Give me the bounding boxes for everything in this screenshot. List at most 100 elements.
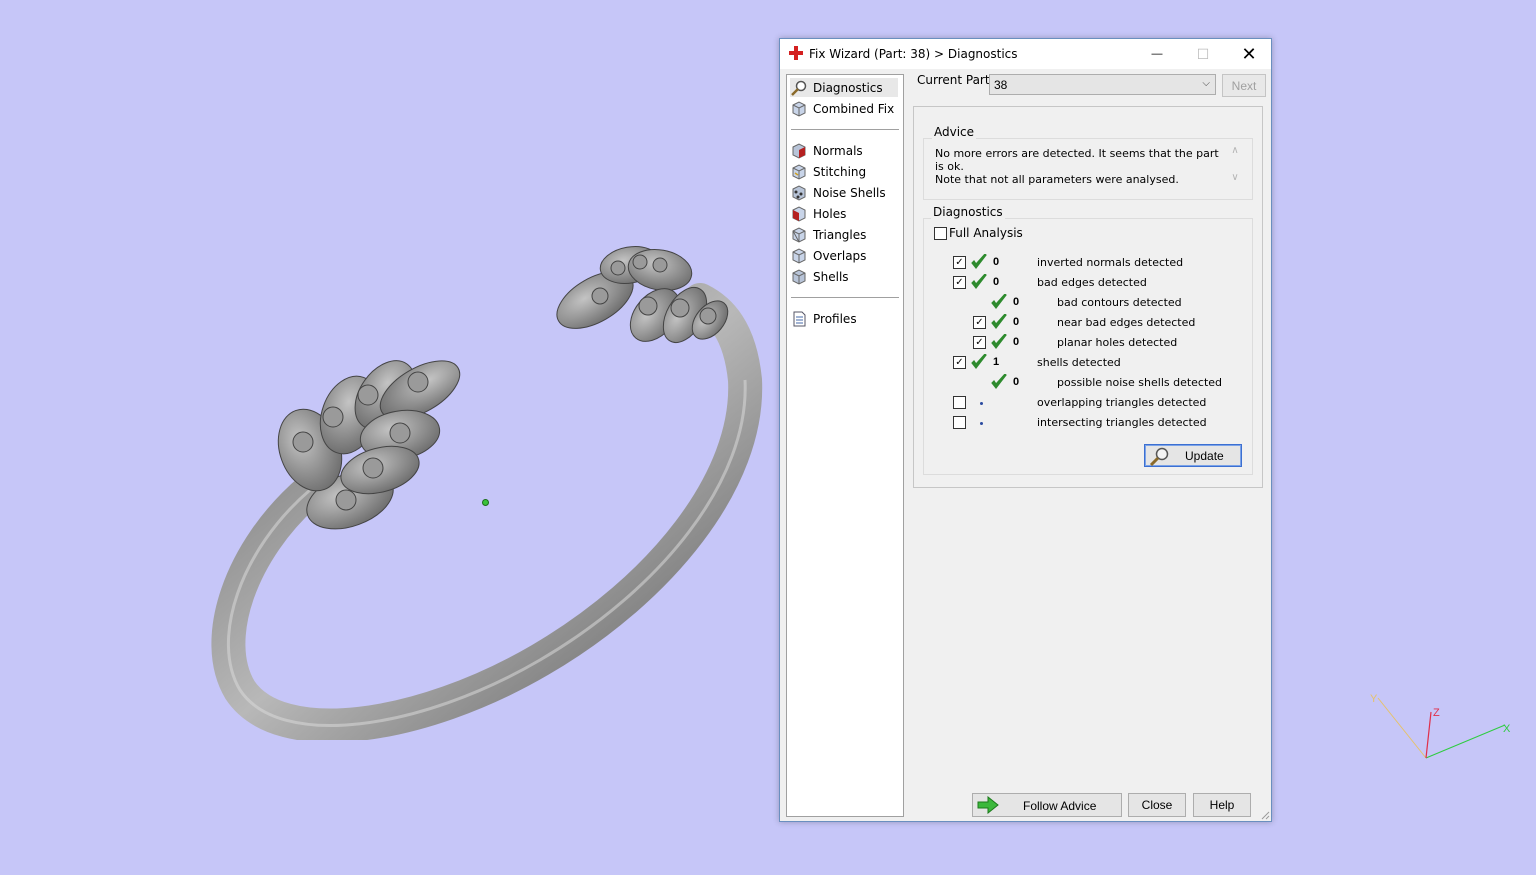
diagnostic-label: inverted normals detected — [1037, 256, 1184, 269]
sidebar-item-label: Noise Shells — [813, 185, 886, 200]
diagnostic-label: near bad edges detected — [1057, 316, 1196, 329]
help-button[interactable]: Help — [1193, 793, 1251, 817]
sidebar-item-label: Triangles — [813, 227, 867, 242]
sidebar-item-label: Normals — [813, 143, 863, 158]
close-window-button[interactable]: ✕ — [1226, 39, 1272, 69]
sidebar-item-diagnostics[interactable]: Diagnostics — [790, 78, 898, 97]
wizard-sidebar: Diagnostics Combined Fix Normals Stitchi… — [786, 74, 904, 817]
update-label: Update — [1185, 449, 1224, 463]
fix-wizard-dialog: Fix Wizard (Part: 38) > Diagnostics — ☐ … — [779, 38, 1272, 822]
diagnostic-count: 0 — [1013, 316, 1020, 328]
holes-cube-icon — [792, 205, 806, 222]
magnifier-icon — [1149, 447, 1169, 466]
triangles-cube-icon — [792, 226, 806, 243]
red-cross-icon — [789, 46, 803, 60]
diagnostic-label: intersecting triangles detected — [1037, 416, 1207, 429]
maximize-button[interactable]: ☐ — [1180, 39, 1226, 69]
sidebar-separator — [791, 297, 899, 298]
green-checkmark-icon — [971, 274, 987, 289]
sidebar-item-profiles[interactable]: Profiles — [790, 309, 857, 328]
sidebar-item-label: Holes — [813, 206, 847, 221]
sidebar-item-label: Shells — [813, 269, 849, 284]
diagnostic-label: bad edges detected — [1037, 276, 1147, 289]
sidebar-item-holes[interactable]: Holes — [790, 204, 846, 223]
sidebar-item-label: Profiles — [813, 311, 857, 326]
scroll-up-icon[interactable]: ∧ — [1228, 145, 1242, 156]
diagnostic-label: planar holes detected — [1057, 336, 1178, 349]
sidebar-item-label: Overlaps — [813, 248, 867, 263]
advice-line-2: Note that not all parameters were analys… — [935, 173, 1179, 186]
axis-z-label: Z — [1433, 707, 1440, 719]
update-button[interactable]: Update — [1144, 444, 1242, 467]
not-analysed-dot-icon — [980, 402, 983, 405]
diagnostic-count: 0 — [1013, 376, 1020, 388]
diagnostic-checkbox[interactable] — [953, 396, 966, 409]
sidebar-item-shells[interactable]: Shells — [790, 267, 849, 286]
document-icon — [793, 311, 806, 326]
diagnostic-checkbox[interactable]: ✓ — [973, 316, 986, 329]
3d-viewport[interactable]: Y Z X — [0, 0, 1536, 875]
current-part-select[interactable]: 38 ⌵ — [989, 74, 1216, 95]
ring-model[interactable] — [200, 220, 770, 740]
advice-scrollbar[interactable]: ∧ ∨ — [1228, 145, 1242, 191]
axis-y-label: Y — [1370, 693, 1378, 705]
chevron-down-icon: ⌵ — [1202, 78, 1210, 89]
arrow-right-icon — [977, 796, 999, 814]
green-checkmark-icon — [991, 334, 1007, 349]
maximize-icon: ☐ — [1196, 45, 1210, 62]
follow-advice-button[interactable]: Follow Advice — [972, 793, 1122, 817]
sidebar-item-label: Diagnostics — [813, 80, 883, 95]
overlaps-cube-icon — [792, 247, 806, 264]
green-checkmark-icon — [971, 254, 987, 269]
title-bar[interactable]: Fix Wizard (Part: 38) > Diagnostics — ☐ … — [780, 39, 1271, 69]
current-part-value: 38 — [994, 78, 1008, 92]
sidebar-item-overlaps[interactable]: Overlaps — [790, 246, 866, 265]
minimize-icon: — — [1151, 48, 1163, 60]
scroll-down-icon[interactable]: ∨ — [1228, 172, 1242, 183]
sidebar-item-label: Stitching — [813, 164, 867, 179]
diagnostic-checkbox[interactable]: ✓ — [953, 356, 966, 369]
cube-icon — [792, 100, 806, 117]
next-button[interactable]: Next — [1222, 74, 1266, 97]
diagnostic-count: 0 — [1013, 336, 1020, 348]
normals-cube-icon — [792, 142, 806, 159]
sidebar-item-triangles[interactable]: Triangles — [790, 225, 866, 244]
green-checkmark-icon — [991, 374, 1007, 389]
resize-grip-icon[interactable] — [1260, 810, 1270, 820]
sidebar-item-normals[interactable]: Normals — [790, 141, 863, 160]
sidebar-item-stitching[interactable]: Stitching — [790, 162, 866, 181]
close-icon: ✕ — [1241, 43, 1257, 64]
diagnostic-label: possible noise shells detected — [1057, 376, 1223, 389]
full-analysis-label: Full Analysis — [949, 226, 1023, 240]
diagnostic-count: 0 — [993, 276, 1000, 288]
diagnostic-label: shells detected — [1037, 356, 1121, 369]
not-analysed-dot-icon — [980, 422, 983, 425]
diagnostic-count: 0 — [1013, 296, 1020, 308]
axis-x-label: X — [1503, 723, 1511, 735]
diagnostic-checkbox[interactable]: ✓ — [953, 256, 966, 269]
diagnostic-checkbox[interactable] — [953, 416, 966, 429]
diagnostic-checkbox[interactable]: ✓ — [953, 276, 966, 289]
minimize-button[interactable]: — — [1134, 39, 1180, 69]
advice-line-1: No more errors are detected. It seems th… — [935, 147, 1219, 173]
diagnostic-count: 1 — [993, 356, 1000, 368]
current-part-label: Current Part: — [917, 73, 994, 87]
sidebar-item-noise-shells[interactable]: Noise Shells — [790, 183, 886, 202]
magnifier-icon — [791, 80, 807, 96]
close-button[interactable]: Close — [1128, 793, 1186, 817]
advice-text: No more errors are detected. It seems th… — [935, 147, 1225, 186]
diagnostic-checkbox[interactable]: ✓ — [973, 336, 986, 349]
sidebar-separator — [791, 129, 899, 130]
rotation-center-marker — [482, 499, 489, 506]
green-checkmark-icon — [971, 354, 987, 369]
sidebar-item-combined-fix[interactable]: Combined Fix — [790, 99, 894, 118]
stitching-cube-icon — [792, 163, 806, 180]
window-title: Fix Wizard (Part: 38) > Diagnostics — [809, 47, 1018, 61]
advice-legend: Advice — [932, 125, 977, 139]
noise-shells-icon — [792, 184, 806, 201]
diagnostics-legend: Diagnostics — [931, 205, 1005, 219]
full-analysis-checkbox[interactable] — [934, 227, 947, 240]
axis-indicator: Y Z X — [1370, 693, 1511, 759]
diagnostic-label: overlapping triangles detected — [1037, 396, 1207, 409]
diagnostic-label: bad contours detected — [1057, 296, 1182, 309]
